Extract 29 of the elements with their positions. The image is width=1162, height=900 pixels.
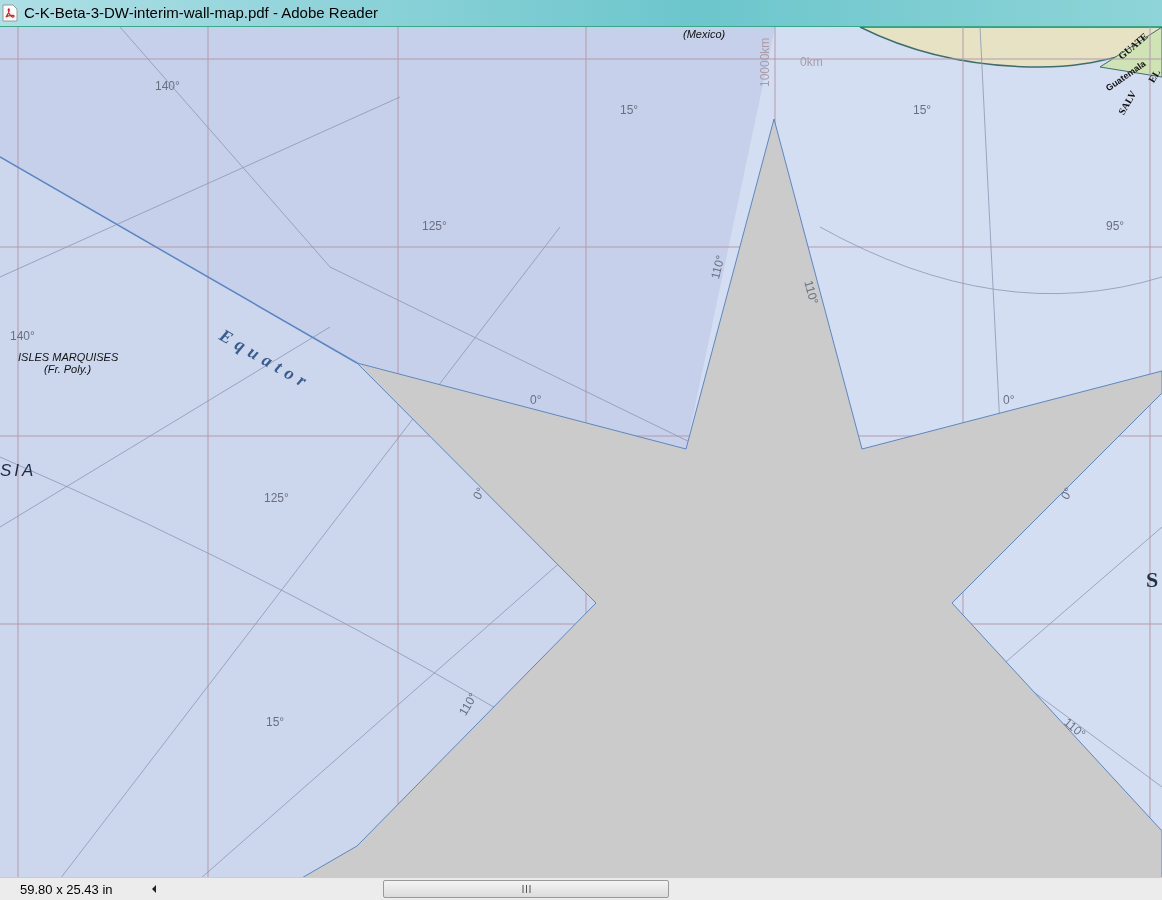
- pdf-file-icon: [2, 3, 18, 22]
- place-label: (Fr. Poly.): [44, 362, 92, 375]
- page-size-text: 59.80 x 25.43 in: [19, 881, 114, 897]
- degree-label: 95°: [1106, 218, 1125, 233]
- degree-label: 110°: [1061, 714, 1089, 742]
- place-label: ISLES MARQUISES: [18, 350, 119, 363]
- country-label: EL: [1146, 67, 1162, 85]
- scale-label: 0km: [800, 54, 823, 69]
- place-label: (Mexico): [683, 27, 726, 40]
- degree-label: 15°: [266, 714, 285, 729]
- region-label: SIA: [0, 460, 37, 481]
- degree-label: 0°: [1003, 392, 1015, 407]
- degree-label: 0°: [470, 485, 488, 502]
- degree-label: 110°: [708, 253, 728, 281]
- grip-icon: [521, 885, 531, 893]
- scrollbar-thumb[interactable]: [383, 880, 669, 898]
- degree-label: 15°: [620, 102, 639, 117]
- degree-label: 110°: [801, 278, 822, 306]
- degree-label: 0°: [1058, 485, 1076, 502]
- window-title: C-K-Beta-3-DW-interim-wall-map.pdf - Adobe Reader: [24, 4, 378, 22]
- degree-label: 15°: [913, 102, 932, 117]
- degree-label: 125°: [264, 490, 289, 505]
- ocean-label: S: [1146, 566, 1159, 593]
- degree-label: 140°: [10, 328, 35, 343]
- degree-label: 125°: [422, 218, 447, 233]
- degree-label: 140°: [155, 78, 180, 93]
- scroll-left-arrow-icon[interactable]: [150, 884, 158, 894]
- scale-label: 10000km: [758, 37, 772, 87]
- degree-label: 0°: [530, 392, 542, 407]
